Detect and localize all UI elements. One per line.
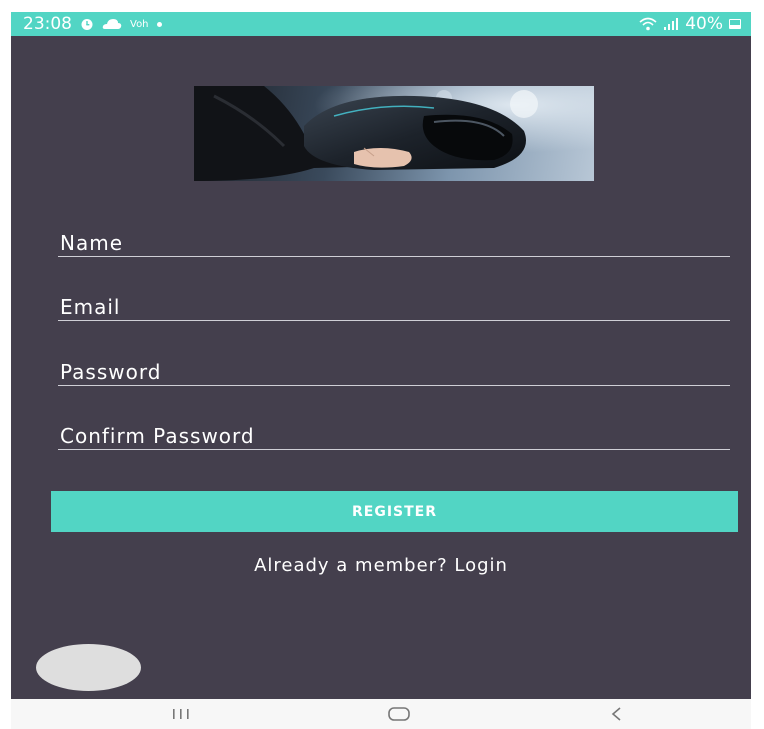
status-bar-right: 40%	[639, 13, 741, 35]
notification-dot-icon	[156, 21, 162, 27]
confirm-password-input[interactable]	[60, 424, 730, 448]
battery-icon	[729, 19, 741, 29]
email-field[interactable]	[58, 291, 730, 321]
password-input[interactable]	[60, 360, 730, 384]
home-icon[interactable]	[379, 703, 419, 725]
floating-action-button[interactable]	[36, 644, 141, 691]
battery-percent: 40%	[685, 14, 723, 34]
app-screen: 23:08 Voh 40% Name Email REGISTER Alread…	[11, 12, 751, 699]
screen: 23:08 Voh 40% Name Email REGISTER Alread…	[0, 0, 764, 729]
name-input[interactable]	[60, 231, 730, 255]
status-time: 23:08	[23, 14, 72, 34]
status-bar-left: 23:08 Voh	[23, 13, 162, 35]
register-button[interactable]: REGISTER	[51, 491, 738, 532]
wifi-icon	[639, 17, 657, 31]
name-field[interactable]	[58, 227, 730, 257]
recent-apps-icon[interactable]	[161, 703, 201, 725]
status-bar: 23:08 Voh 40%	[11, 12, 751, 36]
navigation-bar	[11, 699, 751, 729]
alarm-icon	[80, 17, 94, 31]
login-link[interactable]: Already a member? Login	[11, 555, 751, 576]
password-field[interactable]	[58, 356, 730, 386]
status-network-label: Voh	[130, 18, 149, 30]
cloud-icon	[102, 18, 122, 30]
email-input[interactable]	[60, 295, 730, 319]
helmet-hero-image	[194, 86, 594, 181]
signal-icon	[663, 17, 679, 31]
back-icon[interactable]	[596, 703, 636, 725]
confirm-password-field[interactable]	[58, 420, 730, 450]
